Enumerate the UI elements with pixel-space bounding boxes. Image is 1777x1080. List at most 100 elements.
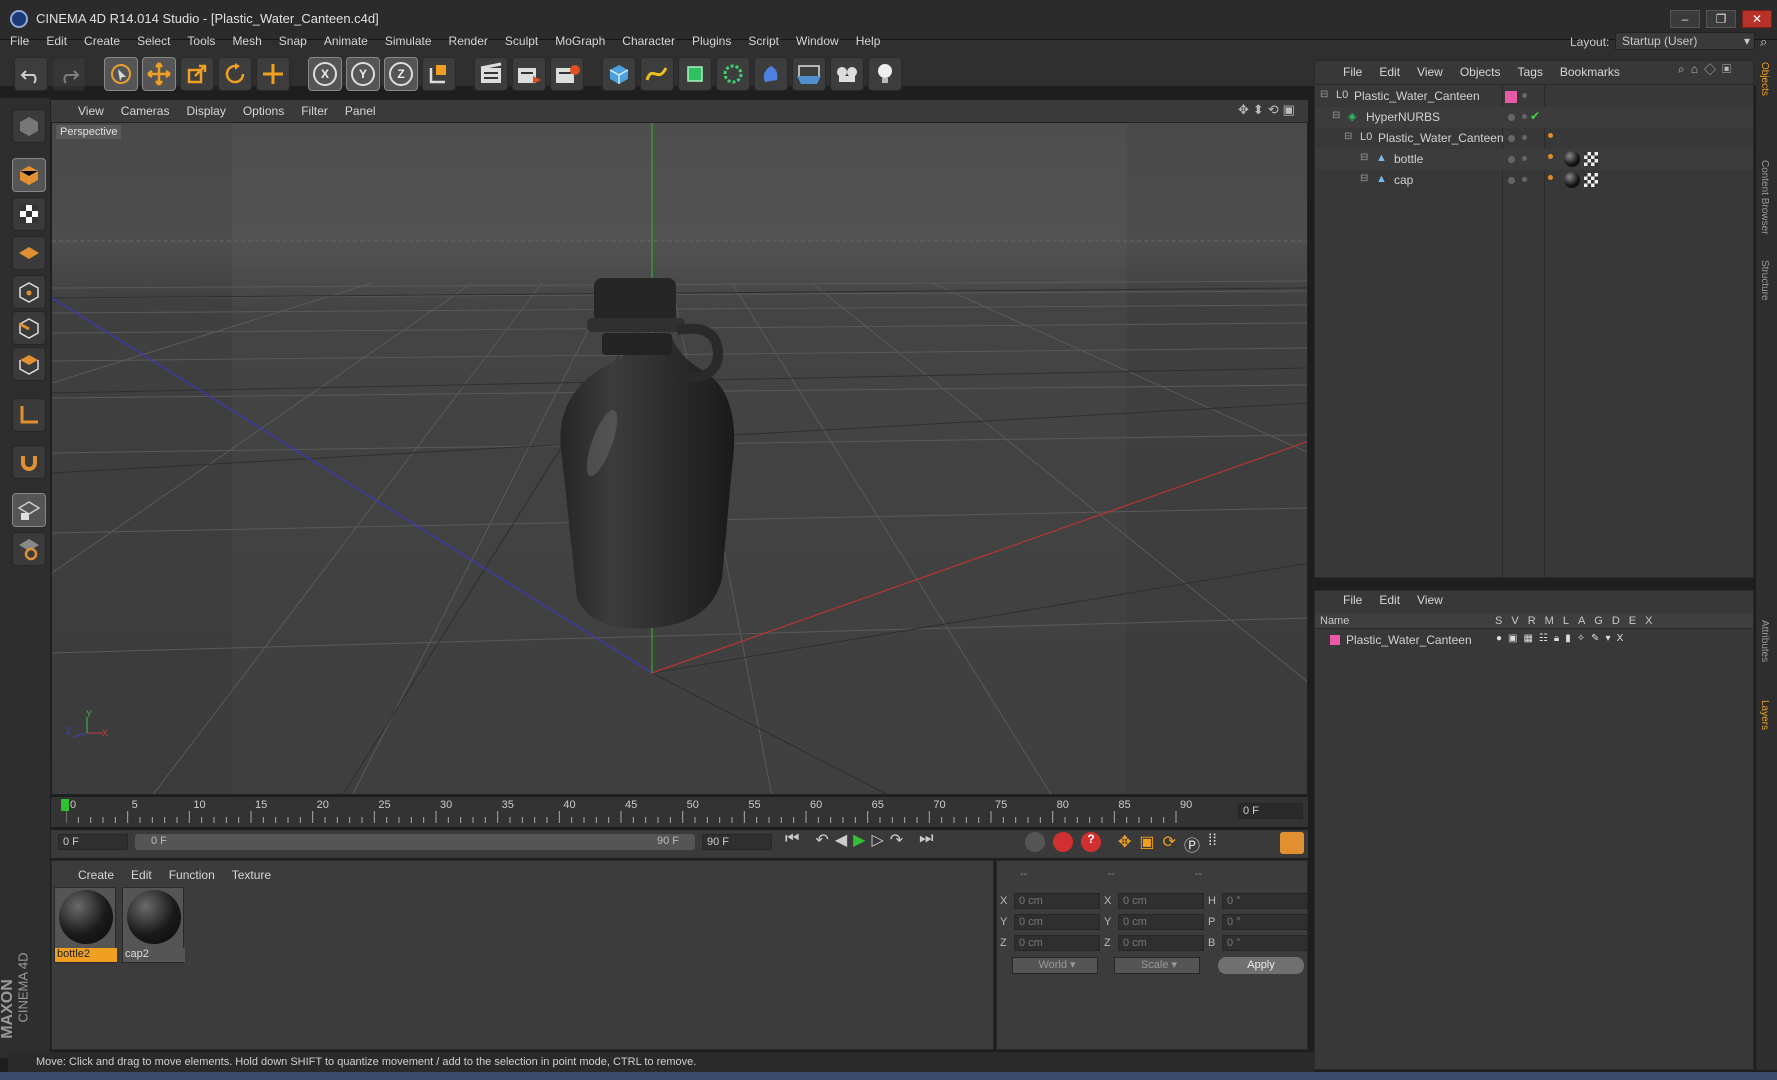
object-menu-item-file[interactable]: File bbox=[1343, 65, 1362, 79]
menu-item-file[interactable]: File bbox=[10, 34, 29, 48]
menu-item-window[interactable]: Window bbox=[796, 34, 839, 48]
render-flag-icon[interactable]: ▦ bbox=[1524, 633, 1533, 644]
cube-object-icon[interactable] bbox=[602, 57, 636, 91]
key-rotation-icon[interactable]: ⟳ bbox=[1163, 832, 1176, 856]
layer-column-header[interactable]: G bbox=[1594, 615, 1603, 627]
object-menu-item-view[interactable]: View bbox=[1417, 65, 1443, 79]
rotate-tool-icon[interactable] bbox=[218, 57, 252, 91]
menu-item-mograph[interactable]: MoGraph bbox=[555, 34, 605, 48]
menu-item-tools[interactable]: Tools bbox=[187, 34, 215, 48]
menu-item-animate[interactable]: Animate bbox=[324, 34, 368, 48]
material-tag-icon[interactable] bbox=[1564, 151, 1580, 167]
axis-mode-icon[interactable] bbox=[12, 398, 46, 432]
keyframe-selection-icon[interactable] bbox=[1025, 832, 1045, 852]
undo-icon[interactable] bbox=[14, 57, 48, 91]
expand-toggle-icon[interactable]: ⊟ bbox=[1332, 110, 1340, 121]
rotation-field[interactable]: 0 ° bbox=[1222, 892, 1308, 909]
layer-column-header[interactable]: V bbox=[1511, 615, 1518, 627]
position-field[interactable]: 0 cm bbox=[1014, 913, 1100, 930]
viewport-menu-item-panel[interactable]: Panel bbox=[345, 104, 376, 118]
render-visibility-dot[interactable] bbox=[1522, 93, 1527, 98]
phong-tag-icon[interactable] bbox=[1548, 175, 1553, 180]
menu-item-plugins[interactable]: Plugins bbox=[692, 34, 731, 48]
locked-workplane-icon[interactable] bbox=[12, 532, 46, 566]
timeline-layout-icon[interactable] bbox=[1280, 832, 1304, 854]
layer-row[interactable]: Plastic_Water_Canteen bbox=[1330, 633, 1472, 647]
key-points-icon[interactable]: ⁞⁞ bbox=[1208, 832, 1217, 856]
solo-flag-icon[interactable]: ● bbox=[1496, 633, 1502, 644]
editor-visibility-dot[interactable] bbox=[1508, 177, 1515, 184]
uvw-tag-icon[interactable] bbox=[1584, 173, 1598, 187]
menu-item-help[interactable]: Help bbox=[856, 34, 881, 48]
key-scale-icon[interactable]: ▣ bbox=[1139, 832, 1154, 856]
nurbs-icon[interactable] bbox=[678, 57, 712, 91]
layer-row-flags[interactable]: ● ▣ ▦ ☷ 🔒︎ ▮ ✧ ✎ ▾ X bbox=[1496, 633, 1623, 644]
menu-item-script[interactable]: Script bbox=[748, 34, 779, 48]
size-field[interactable]: 0 cm bbox=[1118, 892, 1204, 909]
editor-visibility-dot[interactable] bbox=[1508, 135, 1515, 142]
deformers-flag-icon[interactable]: ✎ bbox=[1591, 633, 1599, 644]
spline-pen-icon[interactable] bbox=[640, 57, 674, 91]
camera-icon[interactable] bbox=[830, 57, 864, 91]
step-back-icon[interactable]: ◀ bbox=[835, 830, 847, 850]
menu-item-mesh[interactable]: Mesh bbox=[232, 34, 261, 48]
deformer-icon[interactable] bbox=[754, 57, 788, 91]
polygon-mode-icon[interactable] bbox=[12, 347, 46, 381]
workplane-mode-icon[interactable] bbox=[12, 236, 46, 270]
layer-column-header[interactable]: E bbox=[1629, 615, 1636, 627]
step-forward-icon[interactable]: ▷ bbox=[871, 830, 883, 850]
locked-flag-icon[interactable]: 🔒︎ bbox=[1554, 633, 1559, 644]
menu-item-sculpt[interactable]: Sculpt bbox=[505, 34, 538, 48]
layer-menu-item-view[interactable]: View bbox=[1417, 593, 1443, 607]
size-field[interactable]: 0 cm bbox=[1118, 934, 1204, 951]
object-menu-item-objects[interactable]: Objects bbox=[1460, 65, 1501, 79]
visible-editor-flag-icon[interactable]: ▣ bbox=[1508, 633, 1517, 644]
expand-toggle-icon[interactable]: ⊟ bbox=[1360, 152, 1368, 163]
object-tree-row[interactable]: ⊟ L0 Plastic_Water_Canteen bbox=[1316, 128, 1753, 149]
rotation-field[interactable]: 0 ° bbox=[1222, 913, 1308, 930]
x-axis-lock-button[interactable]: X bbox=[308, 57, 342, 91]
phong-tag-icon[interactable] bbox=[1548, 154, 1553, 159]
start-frame-field[interactable]: 0 F bbox=[58, 834, 128, 850]
animation-flag-icon[interactable]: ▮ bbox=[1565, 633, 1571, 644]
layer-column-header[interactable]: R bbox=[1528, 615, 1536, 627]
viewport-menu-item-options[interactable]: Options bbox=[243, 104, 284, 118]
frame-range-slider[interactable]: 0 F 90 F bbox=[135, 834, 695, 850]
object-tree-row[interactable]: ⊟ ◈ HyperNURBS ✔ bbox=[1316, 107, 1753, 128]
current-frame-field[interactable]: 0 F bbox=[1238, 803, 1303, 819]
make-editable-icon[interactable] bbox=[12, 109, 46, 143]
viewport-menu-item-filter[interactable]: Filter bbox=[301, 104, 328, 118]
viewport-menu-item-view[interactable]: View bbox=[78, 104, 104, 118]
xref-flag-icon[interactable]: X bbox=[1617, 633, 1624, 644]
object-manager-icons[interactable]: ⌕⌂◇▣ bbox=[1678, 62, 1737, 77]
viewport-menu-item-display[interactable]: Display bbox=[186, 104, 225, 118]
size-mode-dropdown[interactable]: Scale ▾ bbox=[1114, 957, 1200, 974]
side-tab-structure[interactable]: Structure bbox=[1759, 260, 1770, 301]
layer-column-header[interactable]: L bbox=[1563, 615, 1569, 627]
material-swatch[interactable]: cap2 bbox=[122, 887, 185, 963]
phong-tag-icon[interactable] bbox=[1548, 133, 1553, 138]
layer-color-icon[interactable] bbox=[1505, 91, 1517, 103]
side-tab-content-browser[interactable]: Content Browser bbox=[1759, 160, 1770, 234]
search-icon[interactable]: ⌕ bbox=[1760, 34, 1767, 50]
manager-flag-icon[interactable]: ☷ bbox=[1539, 633, 1548, 644]
material-tag-icon[interactable] bbox=[1564, 172, 1580, 188]
render-view-icon[interactable] bbox=[474, 57, 508, 91]
position-field[interactable]: 0 cm bbox=[1014, 934, 1100, 951]
layer-menu-item-file[interactable]: File bbox=[1343, 593, 1362, 607]
playhead[interactable] bbox=[61, 799, 69, 811]
expand-toggle-icon[interactable]: ⊟ bbox=[1344, 131, 1352, 142]
menu-item-create[interactable]: Create bbox=[84, 34, 120, 48]
floor-scene-icon[interactable] bbox=[792, 57, 826, 91]
coordinate-system-icon[interactable] bbox=[422, 57, 456, 91]
move-tool-icon[interactable] bbox=[142, 57, 176, 91]
layer-column-header[interactable]: M bbox=[1545, 615, 1554, 627]
restore-icon[interactable]: ❐ bbox=[1706, 10, 1736, 28]
live-selection-icon[interactable] bbox=[104, 57, 138, 91]
key-position-icon[interactable]: ✥ bbox=[1118, 832, 1131, 856]
record-icon[interactable] bbox=[1053, 832, 1073, 852]
side-tab-attributes[interactable]: Attributes bbox=[1759, 620, 1770, 662]
snap-magnet-icon[interactable] bbox=[12, 445, 46, 479]
editor-visibility-dot[interactable] bbox=[1508, 156, 1515, 163]
menu-item-simulate[interactable]: Simulate bbox=[385, 34, 432, 48]
